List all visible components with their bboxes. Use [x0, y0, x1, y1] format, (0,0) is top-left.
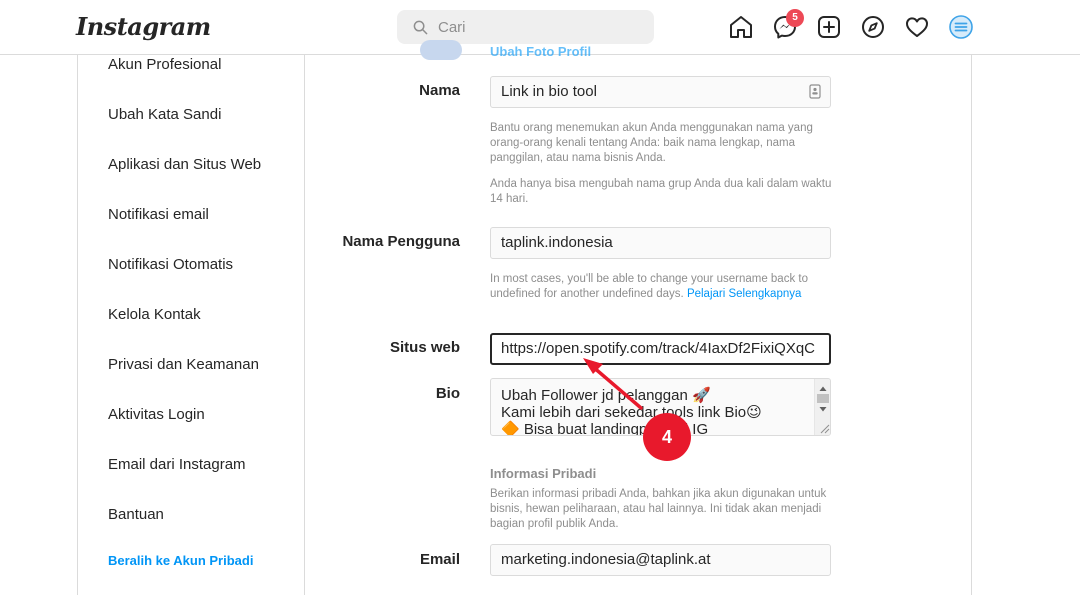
email-label: Email [419, 551, 460, 568]
learn-more-link[interactable]: Pelajari Selengkapnya [687, 288, 801, 300]
settings-sidebar: Akun Profesional Ubah Kata Sandi Aplikas… [77, 55, 305, 595]
email-field-value: marketing.indonesia@taplink.at [501, 551, 711, 568]
home-icon[interactable] [728, 14, 754, 40]
sidebar-item-akun-profesional[interactable]: Akun Profesional [108, 56, 221, 73]
sidebar-item-bantuan[interactable]: Bantuan [108, 506, 164, 523]
profile-menu-icon[interactable] [948, 14, 974, 40]
search-box[interactable]: Cari [397, 10, 654, 44]
sidebar-item-kelola-kontak[interactable]: Kelola Kontak [108, 306, 201, 323]
change-profile-photo-link[interactable]: Ubah Foto Profil [490, 44, 591, 59]
name-label: Nama [419, 82, 460, 99]
contact-card-icon [809, 84, 821, 99]
website-field-value: https://open.spotify.com/track/4IaxDf2Fi… [501, 340, 816, 357]
name-help-text: Bantu orang menemukan akun Anda mengguna… [490, 122, 813, 164]
name-change-limit-text: Anda hanya bisa mengubah nama grup Anda … [490, 178, 832, 205]
bio-line: Ubah Follower jd pelanggan 🚀 [501, 387, 711, 404]
name-field-value: Link in bio tool [501, 83, 597, 100]
messages-count-badge: 5 [786, 9, 804, 27]
bio-label: Bio [435, 385, 460, 402]
search-icon [413, 20, 428, 35]
username-field[interactable]: taplink.indonesia [490, 227, 831, 259]
name-field[interactable]: Link in bio tool [490, 76, 831, 108]
bio-scrollbar[interactable] [814, 379, 830, 435]
username-field-value: taplink.indonesia [501, 234, 613, 251]
sidebar-item-notifikasi-email[interactable]: Notifikasi email [108, 206, 209, 223]
scroll-arrows-icon [817, 386, 830, 434]
bio-line: Kami lebih dari sekedar tools link Bio😉 [501, 404, 762, 421]
step-marker: 4 [643, 413, 691, 461]
username-help-text: In most cases, you'll be able to change … [490, 272, 835, 302]
sidebar-item-privasi-keamanan[interactable]: Privasi dan Keamanan [108, 356, 259, 373]
sidebar-item-email-instagram[interactable]: Email dari Instagram [108, 456, 246, 473]
username-label: Nama Pengguna [342, 233, 460, 250]
sidebar-item-aktivitas-login[interactable]: Aktivitas Login [108, 406, 205, 423]
avatar[interactable] [420, 40, 462, 60]
personal-info-title: Informasi Pribadi [490, 466, 597, 481]
website-label: Situs web [389, 339, 460, 356]
personal-info-help-text: Berikan informasi pribadi Anda, bahkan j… [490, 488, 827, 530]
new-post-icon[interactable] [816, 14, 842, 40]
instagram-logo[interactable]: Instagram [76, 12, 211, 41]
activity-heart-icon[interactable] [904, 14, 930, 40]
explore-icon[interactable] [860, 14, 886, 40]
sidebar-item-aplikasi-situs-web[interactable]: Aplikasi dan Situs Web [108, 156, 261, 173]
search-placeholder: Cari [438, 19, 466, 36]
sidebar-item-notifikasi-otomatis[interactable]: Notifikasi Otomatis [108, 256, 233, 273]
sidebar-item-ubah-kata-sandi[interactable]: Ubah Kata Sandi [108, 106, 221, 123]
website-field[interactable]: https://open.spotify.com/track/4IaxDf2Fi… [490, 333, 831, 365]
email-field[interactable]: marketing.indonesia@taplink.at [490, 544, 831, 576]
switch-to-personal-account-link[interactable]: Beralih ke Akun Pribadi [108, 553, 253, 568]
